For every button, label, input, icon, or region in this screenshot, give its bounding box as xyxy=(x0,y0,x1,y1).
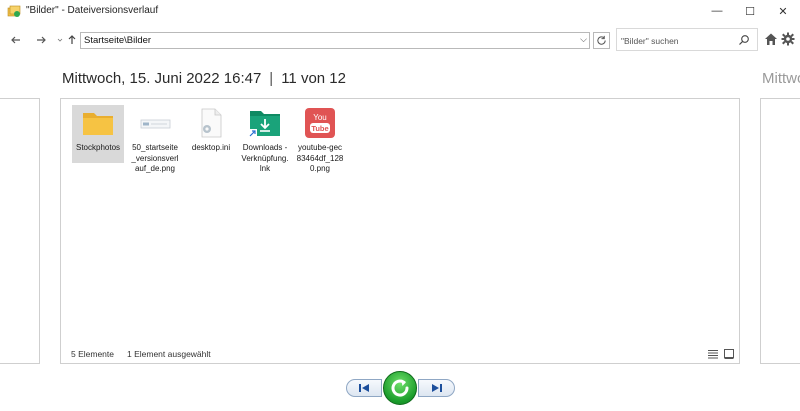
back-button[interactable] xyxy=(8,32,24,48)
file-view-panel: Stockphotos 50_startseite_versionsverlau… xyxy=(60,98,740,364)
image-file-icon xyxy=(140,119,171,129)
refresh-button[interactable] xyxy=(593,32,610,49)
details-view-icon[interactable] xyxy=(707,348,719,360)
recent-locations-button[interactable] xyxy=(56,32,64,48)
close-button[interactable]: ✕ xyxy=(766,0,800,22)
gear-icon[interactable] xyxy=(781,32,795,46)
restore-button[interactable] xyxy=(383,371,417,405)
youtube-icon: You Tube xyxy=(305,108,335,138)
next-version-button[interactable] xyxy=(418,379,455,397)
file-item-downloads-shortcut[interactable]: Downloads - Verknüpfung.lnk xyxy=(239,105,291,175)
file-label: Downloads - Verknüpfung.lnk xyxy=(241,143,289,173)
maximize-button[interactable]: ☐ xyxy=(733,0,767,22)
version-header: Mittwoch, 15. Juni 2022 16:47 | 11 von 12 xyxy=(62,70,346,87)
header-separator: | xyxy=(269,70,274,87)
address-path: Startseite\Bilder xyxy=(84,35,152,46)
address-bar[interactable]: Startseite\Bilder ⌵ xyxy=(80,32,590,49)
previous-version-button[interactable] xyxy=(346,379,382,397)
svg-text:You: You xyxy=(313,113,327,122)
arrow-up-icon xyxy=(68,35,76,44)
arrow-right-icon xyxy=(37,36,46,44)
title-bar: "Bilder" - Dateiversionsverlauf — ☐ ✕ xyxy=(0,0,800,22)
file-label: 50_startseite_versionsverlauf_de.png xyxy=(131,143,179,173)
search-icon[interactable] xyxy=(738,34,750,46)
svg-text:Tube: Tube xyxy=(311,124,328,133)
window-title: "Bilder" - Dateiversionsverlauf xyxy=(26,5,159,16)
version-position: 11 von 12 xyxy=(281,70,346,87)
search-placeholder: "Bilder" suchen xyxy=(621,36,679,46)
selection-count: 1 Element ausgewählt xyxy=(127,349,211,359)
chevron-down-icon[interactable]: ⌵ xyxy=(580,34,587,45)
file-item-startseite-png[interactable]: 50_startseite_versionsverlauf_de.png xyxy=(129,105,181,175)
file-item-desktop-ini[interactable]: desktop.ini xyxy=(185,105,237,154)
file-label: youtube-gec83464df_1280.png xyxy=(296,143,344,173)
file-history-app-icon xyxy=(7,5,21,17)
minimize-button[interactable]: — xyxy=(700,0,734,22)
forward-button[interactable] xyxy=(33,32,49,48)
navigation-bar: Startseite\Bilder ⌵ "Bilder" suchen xyxy=(0,26,800,54)
chevron-down-icon xyxy=(57,38,63,42)
file-label: Stockphotos xyxy=(75,143,121,152)
search-box[interactable]: "Bilder" suchen xyxy=(616,28,758,51)
skip-previous-icon xyxy=(359,384,369,392)
file-label: desktop.ini xyxy=(191,143,231,152)
file-item-stockphotos[interactable]: Stockphotos xyxy=(72,105,124,163)
settings-file-icon xyxy=(201,108,222,138)
download-shortcut-icon xyxy=(248,111,280,138)
skip-next-icon xyxy=(431,384,442,392)
arrow-left-icon xyxy=(11,36,20,44)
home-icon[interactable] xyxy=(764,32,778,46)
restore-icon xyxy=(391,379,409,397)
item-count: 5 Elemente xyxy=(71,349,114,359)
file-item-youtube-png[interactable]: You Tube youtube-gec83464df_1280.png xyxy=(294,105,346,175)
version-date: Mittwoch, 15. Juni 2022 16:47 xyxy=(62,70,262,87)
next-version-date: Mittwoch xyxy=(762,70,800,87)
refresh-icon xyxy=(597,35,606,45)
up-button[interactable] xyxy=(64,32,80,48)
previous-version-panel[interactable] xyxy=(0,98,40,364)
folder-icon xyxy=(83,113,113,135)
large-icons-view-icon[interactable] xyxy=(723,348,735,360)
next-version-panel[interactable] xyxy=(760,98,800,364)
